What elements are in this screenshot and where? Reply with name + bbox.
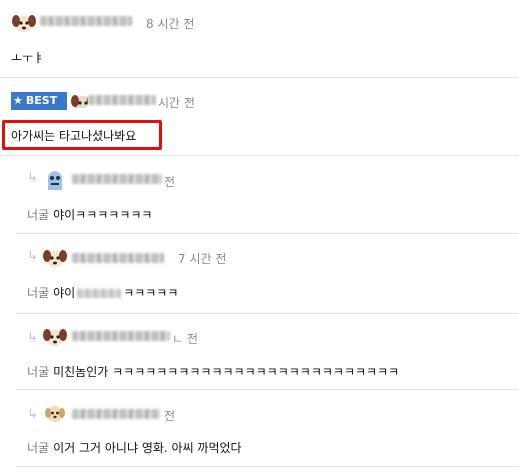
- reply-text: 너굴 미친놈인가 ㅋㅋㅋㅋㅋㅋㅋㅋㅋㅋㅋㅋㅋㅋㅋㅋㅋㅋㅋㅋㅋㅋㅋㅋㅋㅋ: [27, 365, 400, 379]
- reply-arrow-icon: ↳: [27, 249, 38, 264]
- reply-time: 전: [164, 409, 176, 423]
- avatar-puppy[interactable]: [42, 400, 68, 426]
- divider: [16, 466, 519, 467]
- best-badge: ★ BEST: [11, 92, 67, 110]
- star-icon: ★: [13, 94, 23, 107]
- avatar-dog[interactable]: [11, 10, 37, 36]
- reply-text: 너굴 야이ㅋㅋㅋㅋㅋㅋㅋ: [27, 208, 153, 222]
- reply-time: 전: [164, 175, 176, 189]
- nickname-blurred[interactable]: [72, 174, 162, 184]
- reply-prefix: 너굴: [27, 208, 50, 222]
- avatar-small[interactable]: [70, 90, 88, 108]
- reply-time: 7 시간 전: [178, 252, 227, 266]
- reply-arrow-icon: ↳: [27, 330, 38, 345]
- reply-prefix: 너굴: [27, 365, 50, 379]
- divider: [0, 155, 519, 156]
- reply-arrow-icon: ↳: [27, 170, 38, 185]
- avatar-ghost[interactable]: [42, 166, 68, 192]
- nickname-blurred[interactable]: [40, 16, 132, 26]
- comment-text: ㅗㅜㅑ: [11, 51, 45, 65]
- nickname-blurred[interactable]: [72, 331, 170, 341]
- blurred-word: [77, 289, 122, 298]
- reply-text: 너굴 이거 그거 아니냐 영화. 아씨 까먹었다: [27, 441, 242, 455]
- avatar-dog[interactable]: [42, 245, 68, 271]
- comment-time: 시간 전: [158, 96, 195, 110]
- avatar-dog[interactable]: [42, 324, 68, 350]
- comment-time: 8 시간 전: [146, 17, 195, 31]
- divider: [16, 233, 519, 234]
- divider: [16, 313, 519, 314]
- nickname-blurred[interactable]: [88, 95, 156, 105]
- reply-prefix: 너굴: [27, 286, 50, 300]
- reply-text: 너굴 야이 ㅋㅋㅋㅋㅋ: [27, 286, 179, 300]
- divider: [0, 77, 519, 78]
- reply-arrow-icon: ↳: [27, 407, 38, 422]
- reply-time: ㄴ 전: [172, 332, 198, 346]
- comment-1: 8 시간 전 ㅗㅜㅑ: [0, 0, 519, 78]
- nickname-blurred[interactable]: [72, 409, 160, 419]
- nickname-blurred[interactable]: [72, 253, 164, 263]
- highlight-box: [2, 120, 162, 150]
- divider: [16, 389, 519, 390]
- reply-prefix: 너굴: [27, 441, 50, 455]
